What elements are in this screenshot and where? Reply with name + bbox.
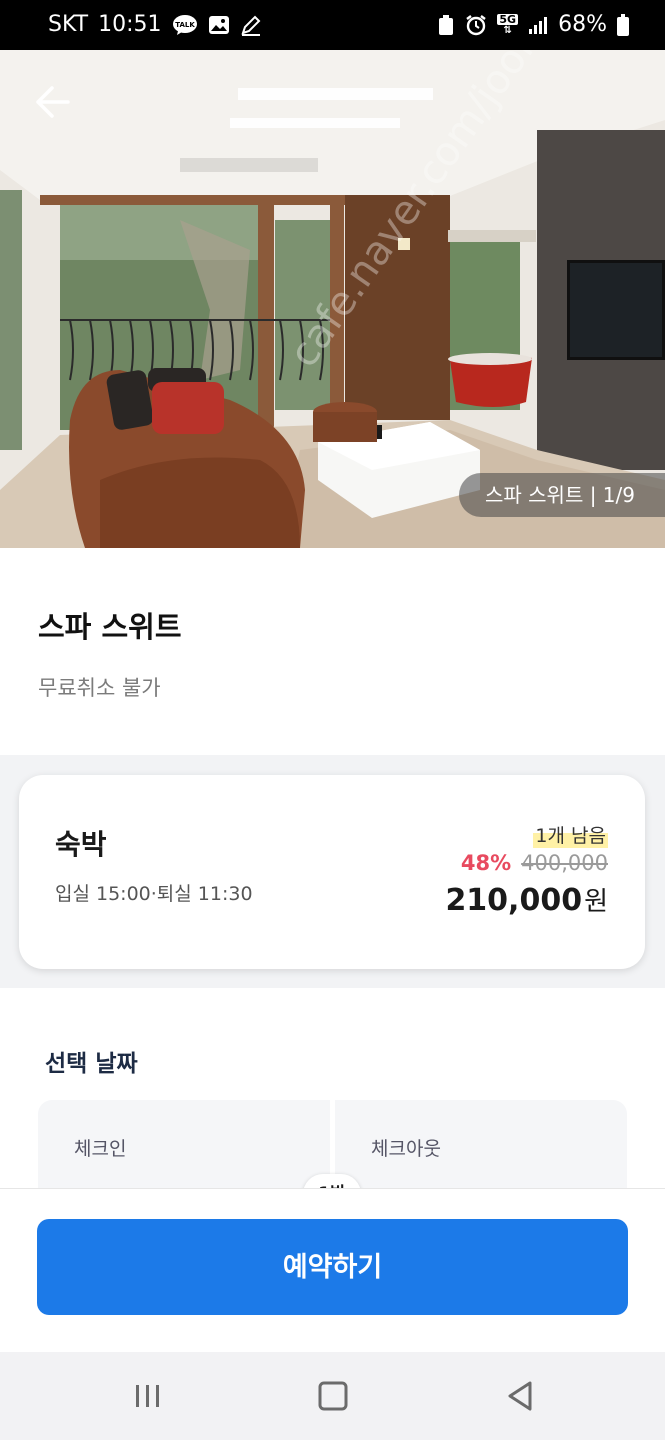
remaining-badge: 1개 남음 [533, 821, 608, 848]
rate-name: 숙박 [55, 828, 107, 861]
reserve-button[interactable]: 예약하기 [37, 1219, 628, 1315]
recycle-icon [437, 14, 455, 36]
home-icon [318, 1381, 348, 1411]
currency-unit: 원 [584, 887, 608, 917]
checkin-date-box[interactable]: 체크인 22.12.30 (금) [38, 1100, 330, 1188]
checkout-date: 22.12.31 (토) [371, 1180, 520, 1188]
back-triangle-icon [508, 1381, 532, 1411]
cancel-policy: 무료취소 불가 [38, 676, 161, 700]
talk-notification-icon: TALK [172, 14, 198, 36]
back-button[interactable] [30, 84, 74, 120]
recent-apps-icon [136, 1385, 159, 1407]
date-selection-section: 선택 날짜 체크인 22.12.30 (금) 체크아웃 22.12.31 (토)… [0, 988, 665, 1188]
room-title: 스파 스위트 [38, 610, 182, 644]
checkout-date-box[interactable]: 체크아웃 22.12.31 (토) [335, 1100, 627, 1188]
arrow-left-icon [36, 86, 70, 118]
battery-icon [617, 13, 629, 36]
final-price-value: 210,000 [445, 883, 583, 918]
home-button[interactable] [303, 1374, 363, 1418]
discount-row: 48% 400,000 [461, 851, 608, 875]
status-bar: SKT 10:51 TALK 5G ⇅ 68% [0, 0, 665, 50]
clock: 10:51 [98, 12, 162, 37]
bottom-action-bar: 예약하기 [0, 1188, 665, 1353]
recent-apps-button[interactable] [118, 1374, 178, 1418]
photo-counter: 스파 스위트 | 1/9 [459, 473, 665, 517]
original-price: 400,000 [521, 851, 608, 875]
edit-notification-icon [240, 14, 262, 36]
room-info-section: 스파 스위트 무료취소 불가 [0, 548, 665, 755]
system-back-button[interactable] [490, 1374, 550, 1418]
svg-text:TALK: TALK [175, 21, 195, 29]
date-heading: 선택 날짜 [45, 1051, 138, 1077]
signal-icon [528, 15, 548, 35]
discount-percent: 48% [460, 851, 512, 875]
checkin-label: 체크인 [74, 1138, 127, 1160]
battery-percent: 68% [558, 12, 607, 37]
alarm-icon [465, 14, 487, 36]
checkout-label: 체크아웃 [371, 1138, 441, 1160]
network-5g-icon: 5G ⇅ [497, 12, 519, 36]
checkin-date: 22.12.30 (금) [74, 1180, 223, 1188]
checkin-checkout-times: 입실 15:00·퇴실 11:30 [55, 883, 253, 905]
final-price: 210,000 원 [445, 881, 608, 918]
network-label: 5G [497, 12, 519, 26]
rate-card[interactable]: 숙박 입실 15:00·퇴실 11:30 1개 남음 48% 400,000 2… [19, 775, 645, 969]
carrier-label: SKT [48, 12, 89, 37]
system-nav-bar [0, 1352, 665, 1440]
gallery-notification-icon [208, 15, 230, 35]
